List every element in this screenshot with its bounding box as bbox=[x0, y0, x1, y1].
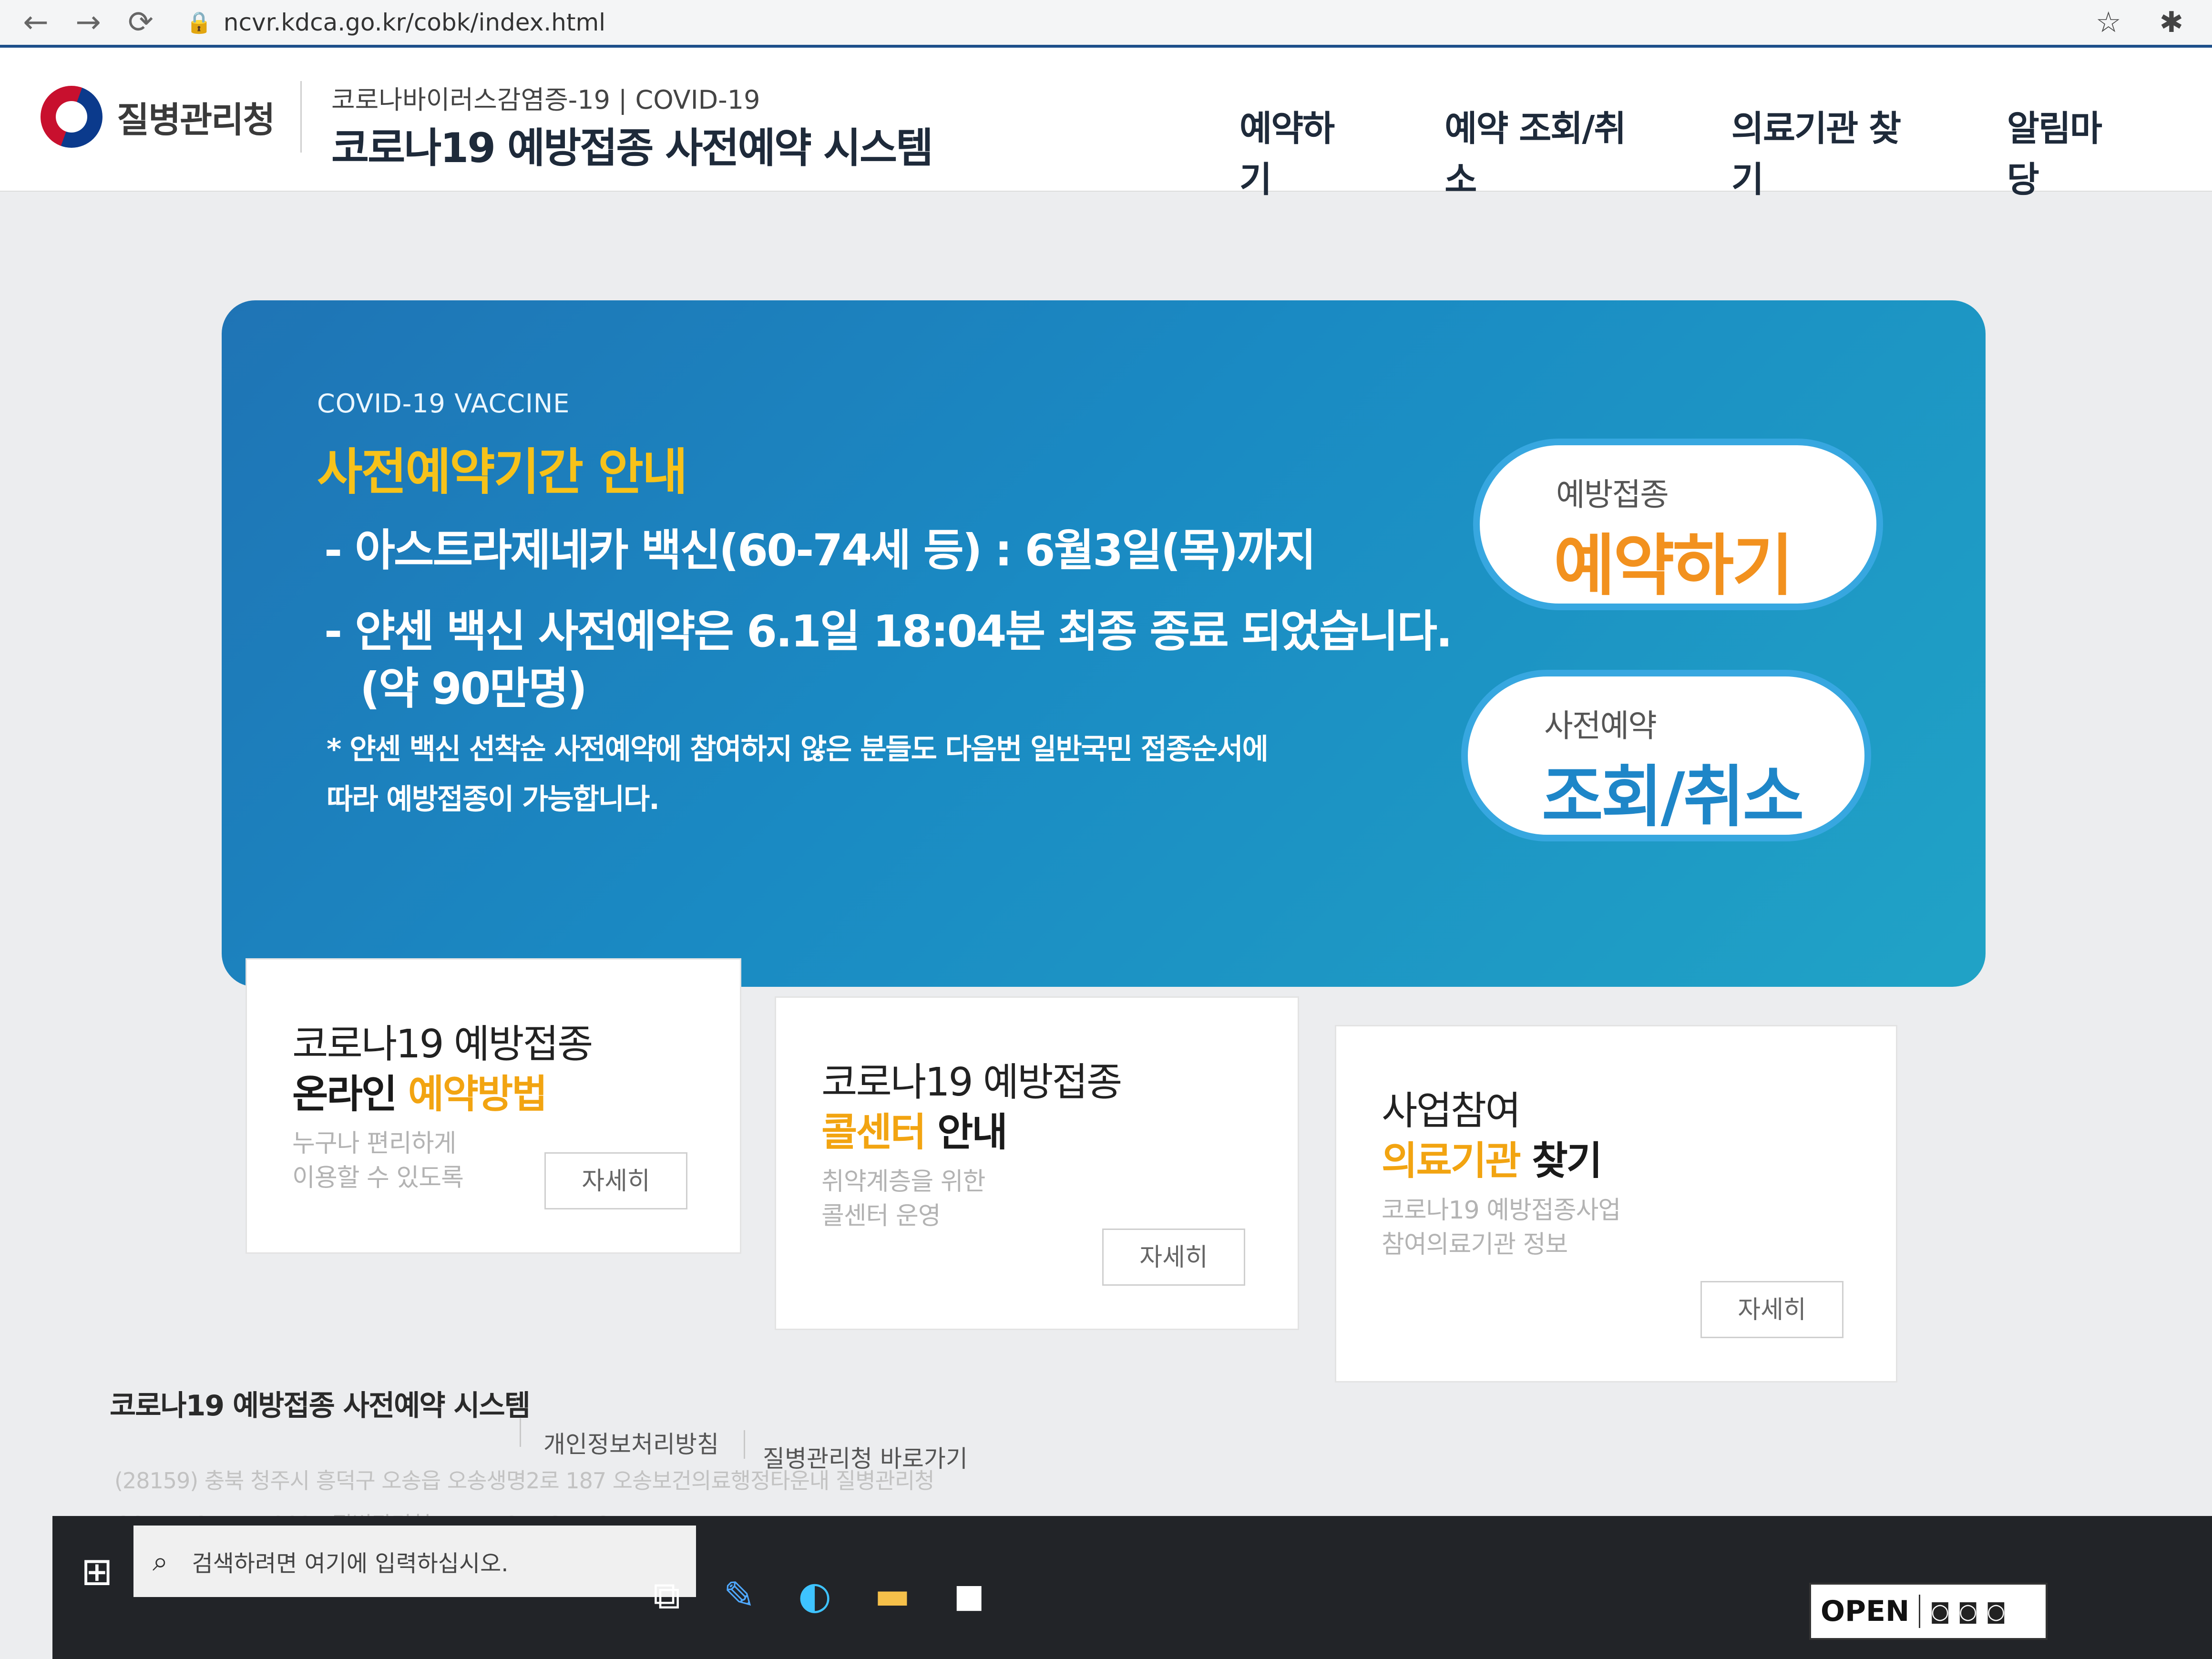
card-heading-dark: 찾기 bbox=[1519, 1138, 1602, 1184]
taskbar-search-box[interactable]: ⌕ 검색하려면 여기에 입력하십시오. bbox=[133, 1526, 696, 1597]
hero-note-line2: 따라 예방접종이 가능합니다. bbox=[327, 783, 660, 816]
card-line2: 의료기관 찾기 bbox=[1382, 1129, 1602, 1186]
lookup-cancel-button[interactable]: 사전예약 조회/취소 bbox=[1461, 670, 1871, 841]
back-arrow-icon[interactable]: ← bbox=[19, 5, 52, 40]
hero-note-line1: * 얀센 백신 선착순 사전예약에 참여하지 않은 분들도 다음번 일반국민 접… bbox=[327, 733, 1269, 766]
card-heading-highlight: 예약방법 bbox=[408, 1072, 548, 1117]
taegeuk-emblem-icon bbox=[41, 86, 102, 148]
card-heading-highlight: 의료기관 bbox=[1382, 1138, 1521, 1184]
kogl-open-badge: OPEN ◙ ◙ ◙ bbox=[1809, 1583, 2048, 1640]
extensions-icon[interactable]: ✱ bbox=[2160, 6, 2183, 39]
card-description: 누구나 편리하게 이용할 수 있도록 bbox=[292, 1126, 464, 1195]
footer-brand: 코로나19 예방접종 사전예약 시스템 bbox=[110, 1389, 531, 1423]
nav-notice[interactable]: 알림마당 bbox=[2007, 100, 2126, 202]
card-description: 코로나19 예방접종사업 참여의료기관 정보 bbox=[1382, 1193, 1621, 1262]
address-bar[interactable]: ncvr.kdca.go.kr/cobk/index.html bbox=[224, 9, 605, 36]
header-subtitle: 코로나바이러스감염증-19 | COVID-19 bbox=[331, 85, 760, 115]
book-button-caption: 예방접종 bbox=[1556, 476, 1669, 513]
hero-eyebrow: COVID-19 VACCINE bbox=[317, 389, 570, 419]
card-line2: 콜센터 안내 bbox=[821, 1100, 1008, 1157]
star-icon[interactable]: ☆ bbox=[2096, 6, 2121, 39]
store-icon[interactable]: ◼ bbox=[953, 1573, 985, 1618]
main-nav: 예약하기 예약 조회/취소 의료기관 찾기 알림마당 bbox=[1239, 100, 2212, 202]
lookup-button-label: 조회/취소 bbox=[1542, 758, 1804, 836]
nav-find-clinic[interactable]: 의료기관 찾기 bbox=[1731, 100, 1921, 202]
taskbar-apps: ⧉ ✎ ◐ ▬ ◼ bbox=[653, 1573, 985, 1618]
header-divider bbox=[300, 81, 302, 153]
detail-button[interactable]: 자세히 bbox=[1700, 1281, 1843, 1338]
footer-divider bbox=[744, 1430, 745, 1459]
card-desc-line2: 참여의료기관 정보 bbox=[1382, 1230, 1568, 1259]
card-line1: 사업참여 bbox=[1382, 1088, 1521, 1134]
detail-button[interactable]: 자세히 bbox=[1102, 1229, 1245, 1286]
nav-lookup-cancel[interactable]: 예약 조회/취소 bbox=[1444, 100, 1646, 202]
reload-icon[interactable]: ⟳ bbox=[124, 5, 157, 40]
footer-address: (28159) 충북 청주시 흥덕구 오송읍 오송생명2로 187 오송보건의료… bbox=[114, 1468, 935, 1494]
card-call-center: 코로나19 예방접종 콜센터 안내 취약계층을 위한 콜센터 운영 자세히 bbox=[775, 996, 1299, 1330]
hero-banner: COVID-19 VACCINE 사전예약기간 안내 - 아스트라제네카 백신(… bbox=[222, 300, 1986, 987]
app-icon[interactable]: ✎ bbox=[723, 1573, 755, 1618]
lock-icon: 🔒 bbox=[186, 10, 212, 35]
hero-janssen-count: (약 90만명) bbox=[360, 663, 587, 714]
card-line1: 코로나19 예방접종 bbox=[821, 1060, 1122, 1105]
card-heading-highlight: 콜센터 bbox=[821, 1110, 926, 1155]
card-description: 취약계층을 위한 콜센터 운영 bbox=[821, 1165, 985, 1233]
hero-astrazeneca-line: - 아스트라제네카 백신(60-74세 등) : 6월3일(목)까지 bbox=[324, 525, 1316, 576]
browser-toolbar: ← → ⟳ 🔒 ncvr.kdca.go.kr/cobk/index.html … bbox=[0, 0, 2212, 48]
logo-text: 질병관리청 bbox=[117, 99, 275, 141]
detail-button[interactable]: 자세히 bbox=[544, 1152, 687, 1209]
search-icon: ⌕ bbox=[153, 1545, 168, 1577]
site-title[interactable]: 코로나19 예방접종 사전예약 시스템 bbox=[331, 114, 933, 174]
no-derivatives-icon: ◙ bbox=[1986, 1599, 2007, 1624]
card-desc-line1: 코로나19 예방접종사업 bbox=[1382, 1196, 1621, 1225]
noncommercial-icon: ◙ bbox=[1957, 1599, 1978, 1624]
card-heading-dark: 온라인 bbox=[292, 1072, 408, 1117]
hero-title: 사전예약기간 안내 bbox=[317, 443, 688, 501]
edge-browser-icon[interactable]: ◐ bbox=[798, 1573, 831, 1618]
card-line2: 온라인 예약방법 bbox=[292, 1062, 548, 1119]
card-desc-line2: 콜센터 운영 bbox=[821, 1202, 941, 1230]
file-explorer-icon[interactable]: ▬ bbox=[874, 1573, 911, 1618]
site-header: 질병관리청 코로나바이러스감염증-19 | COVID-19 코로나19 예방접… bbox=[0, 48, 2212, 200]
windows-start-icon[interactable]: ⊞ bbox=[81, 1549, 113, 1594]
book-vaccination-button[interactable]: 예방접종 예약하기 bbox=[1473, 439, 1883, 610]
taskbar-search-placeholder: 검색하려면 여기에 입력하십시오. bbox=[192, 1550, 509, 1577]
footer-privacy-link[interactable]: 개인정보처리방침 bbox=[543, 1425, 719, 1460]
hero-janssen-line: - 얀센 백신 사전예약은 6.1일 18:04분 최종 종료 되었습니다. bbox=[324, 606, 1453, 657]
task-view-icon[interactable]: ⧉ bbox=[653, 1573, 680, 1618]
nav-book[interactable]: 예약하기 bbox=[1239, 100, 1359, 202]
footer-divider bbox=[520, 1418, 521, 1447]
card-desc-line1: 누구나 편리하게 bbox=[292, 1129, 456, 1158]
kdca-logo[interactable]: 질병관리청 bbox=[41, 86, 275, 148]
card-desc-line2: 이용할 수 있도록 bbox=[292, 1164, 464, 1192]
card-desc-line1: 취약계층을 위한 bbox=[821, 1167, 985, 1196]
card-line1: 코로나19 예방접종 bbox=[292, 1022, 593, 1067]
lookup-button-caption: 사전예약 bbox=[1544, 707, 1657, 744]
attribution-icon: ◙ bbox=[1930, 1599, 1950, 1624]
open-badge-text: OPEN bbox=[1811, 1595, 1921, 1628]
card-online-booking: 코로나19 예방접종 온라인 예약방법 누구나 편리하게 이용할 수 있도록 자… bbox=[246, 958, 741, 1254]
book-button-label: 예약하기 bbox=[1554, 527, 1793, 605]
hero-note: * 얀센 백신 선착순 사전예약에 참여하지 않은 분들도 다음번 일반국민 접… bbox=[327, 725, 1269, 825]
card-find-clinic: 사업참여 의료기관 찾기 코로나19 예방접종사업 참여의료기관 정보 자세히 bbox=[1335, 1025, 1897, 1382]
forward-arrow-icon[interactable]: → bbox=[72, 5, 105, 40]
card-heading-dark: 안내 bbox=[925, 1110, 1008, 1155]
